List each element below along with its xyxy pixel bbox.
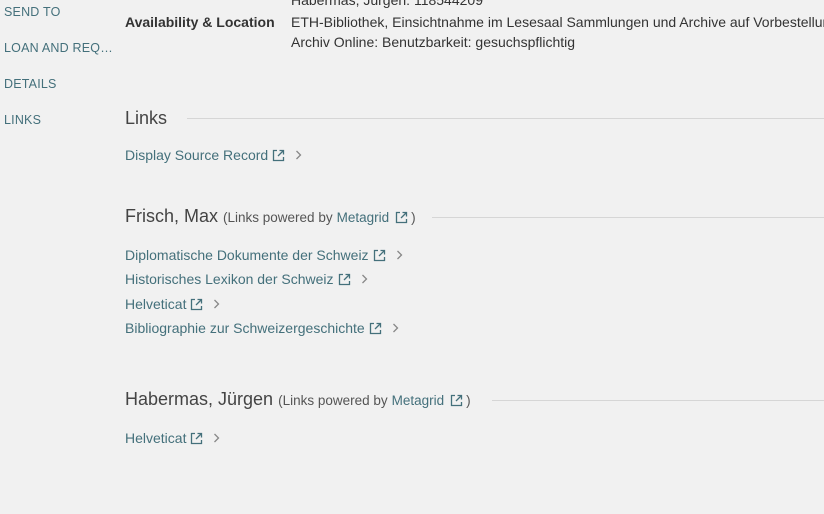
metagrid-link[interactable]: Metagrid	[337, 210, 390, 225]
helveticat-link[interactable]: Helveticat	[125, 296, 220, 312]
bibliographie-link[interactable]: Bibliographie zur Schweizergeschichte	[125, 320, 399, 336]
link-label: Display Source Record	[125, 147, 269, 163]
links-section-title: Links	[125, 108, 167, 129]
powered-prefix: (Links powered by	[278, 393, 388, 408]
powered-prefix: (Links powered by	[223, 210, 333, 225]
chevron-right-icon	[361, 274, 368, 284]
chevron-right-icon	[295, 150, 302, 160]
section-divider	[492, 400, 824, 401]
partial-detail-line: Habermas, Jürgen: 118544209	[291, 0, 483, 8]
link-label: Helveticat	[125, 430, 187, 446]
person-name: Habermas, Jürgen	[125, 389, 274, 409]
link-label: Historisches Lexikon der Schweiz	[125, 271, 334, 287]
sidebar-item-loan-and-request[interactable]: LOAN AND REQU...	[4, 41, 118, 55]
diplomatische-dokumente-link[interactable]: Diplomatische Dokumente der Schweiz	[125, 247, 403, 263]
section-divider	[432, 217, 824, 218]
habermas-section-title: Habermas, Jürgen (Links powered by Metag…	[125, 389, 471, 410]
availability-label: Availability & Location	[125, 14, 275, 30]
metagrid-attribution: (Links powered by Metagrid )	[223, 210, 416, 225]
frisch-section-title: Frisch, Max (Links powered by Metagrid )	[125, 206, 416, 227]
external-link-icon	[190, 298, 203, 311]
external-link-icon	[450, 394, 463, 407]
external-link-icon	[373, 249, 386, 262]
availability-line: Archiv Online: Benutzbarkeit: gesuchspfl…	[291, 34, 576, 50]
powered-suffix: )	[411, 210, 416, 225]
external-link-icon	[338, 273, 351, 286]
external-link-icon	[190, 432, 203, 445]
section-heading: Links	[125, 108, 168, 128]
page: SEND TO LOAN AND REQU... DETAILS LINKS H…	[0, 0, 824, 514]
metagrid-link[interactable]: Metagrid	[392, 393, 445, 408]
chevron-right-icon	[392, 323, 399, 333]
display-source-record-link[interactable]: Display Source Record	[125, 147, 302, 163]
link-label: Diplomatische Dokumente der Schweiz	[125, 247, 369, 263]
chevron-right-icon	[396, 250, 403, 260]
link-label: Helveticat	[125, 296, 187, 312]
helveticat-link[interactable]: Helveticat	[125, 430, 220, 446]
historisches-lexikon-link[interactable]: Historisches Lexikon der Schweiz	[125, 271, 368, 287]
section-divider	[187, 118, 824, 119]
chevron-right-icon	[213, 299, 220, 309]
sidebar-item-links[interactable]: LINKS	[4, 113, 41, 127]
sidebar-item-details[interactable]: DETAILS	[4, 77, 57, 91]
link-label: Bibliographie zur Schweizergeschichte	[125, 320, 365, 336]
availability-line: ETH-Bibliothek, Einsichtnahme im Lesesaa…	[291, 14, 824, 30]
powered-suffix: )	[466, 393, 471, 408]
metagrid-attribution: (Links powered by Metagrid )	[278, 393, 471, 408]
external-link-icon	[272, 149, 285, 162]
chevron-right-icon	[213, 433, 220, 443]
sidebar-item-send-to[interactable]: SEND TO	[4, 5, 61, 19]
external-link-icon	[395, 211, 408, 224]
external-link-icon	[369, 322, 382, 335]
person-name: Frisch, Max	[125, 206, 219, 226]
